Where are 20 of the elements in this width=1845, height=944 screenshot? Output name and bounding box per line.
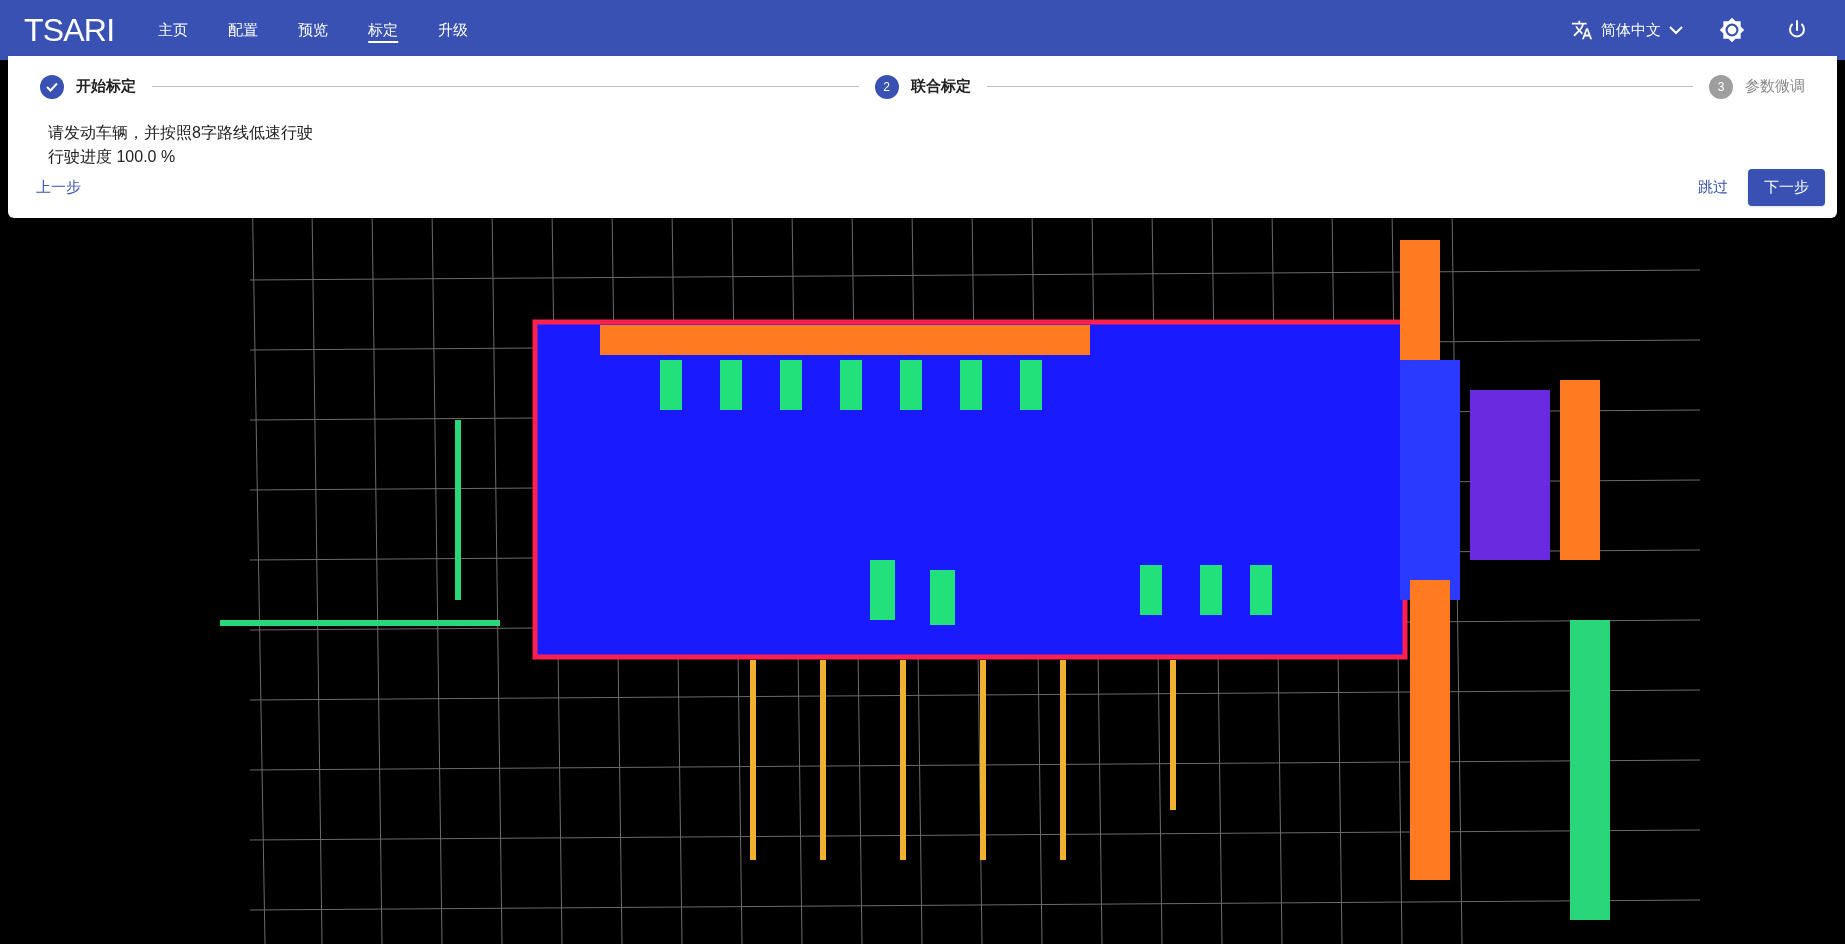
nav-tab[interactable]: 标定 [352, 15, 415, 45]
nav-tab[interactable]: 配置 [212, 15, 275, 45]
language-selector[interactable]: 简体中文 [1571, 18, 1683, 42]
step-number: 2 [874, 74, 899, 99]
app-logo: TSARI [24, 11, 115, 50]
step-label: 参数微调 [1745, 76, 1805, 97]
skip-button[interactable]: 跳过 [1698, 176, 1728, 199]
translate-icon [1571, 19, 1593, 41]
step-number: 3 [1709, 74, 1733, 99]
brightness-icon [1719, 17, 1745, 43]
nav-tab[interactable]: 预览 [282, 15, 345, 45]
instruction-text: 行驶进度 100.0 % [48, 147, 177, 167]
chevron-down-icon [1669, 25, 1683, 35]
next-button[interactable]: 下一步 [1748, 169, 1825, 206]
back-button[interactable]: 上一步 [36, 176, 81, 199]
instruction-text: 请发动车辆，并按照8字路线低速行驶 [48, 123, 314, 143]
nav-tab[interactable]: 主页 [142, 15, 205, 45]
nav-tab[interactable]: 升级 [422, 15, 485, 45]
step-label: 开始标定 [76, 76, 136, 97]
step-label: 联合标定 [910, 76, 971, 97]
